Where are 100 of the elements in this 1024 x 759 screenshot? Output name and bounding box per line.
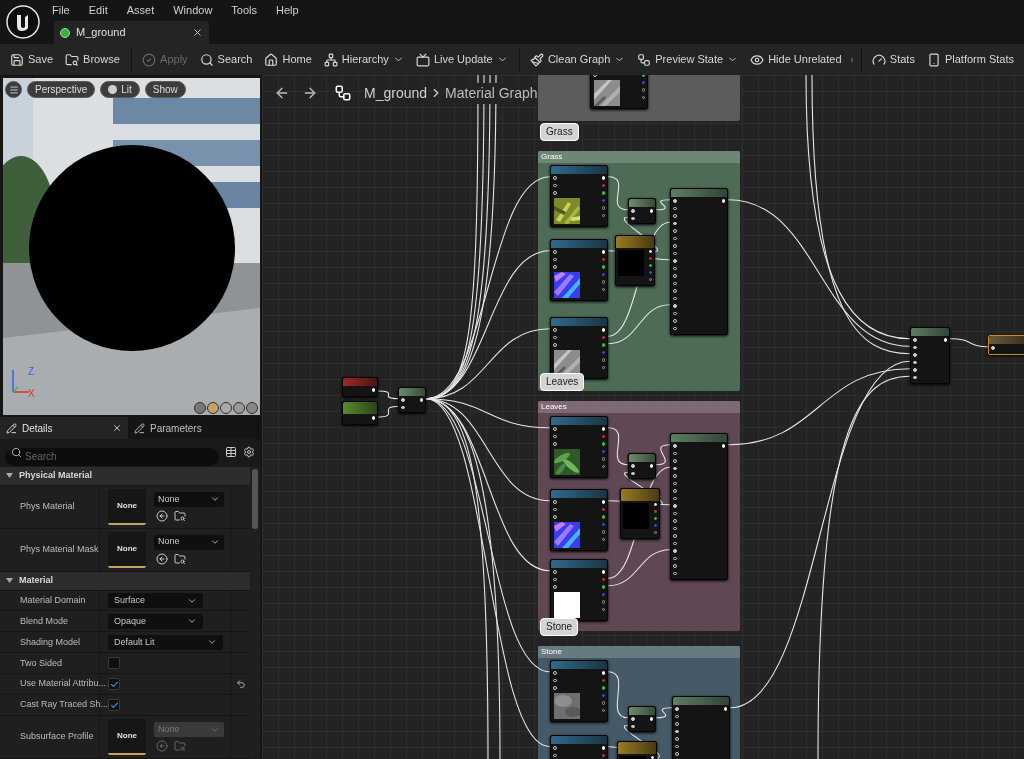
asset-dropdown[interactable]: None <box>154 534 224 550</box>
panel-tab[interactable]: Details <box>0 417 128 439</box>
pin-icon[interactable] <box>648 263 652 268</box>
node-header <box>911 328 949 336</box>
close-icon[interactable] <box>112 423 122 433</box>
property-label: Subsurface Profile <box>20 730 94 744</box>
check-circle-icon <box>142 52 157 67</box>
edit-icon <box>134 422 145 434</box>
menu-item[interactable]: Window <box>173 1 213 19</box>
asset-dropdown[interactable]: None <box>154 491 224 507</box>
menu-item[interactable]: Edit <box>88 1 108 19</box>
breadcrumb-item[interactable]: Material Graph <box>445 82 538 104</box>
parameter-node[interactable] <box>342 401 378 425</box>
breadcrumb-item[interactable]: M_ground <box>364 82 428 104</box>
node-header <box>551 240 607 248</box>
browse-icon[interactable] <box>174 509 186 522</box>
texture-node[interactable] <box>550 239 608 301</box>
node-header <box>551 166 607 174</box>
asset-thumbnail[interactable]: None <box>108 531 146 568</box>
checkbox[interactable] <box>108 678 120 691</box>
toolbar-button[interactable]: Home <box>258 47 318 72</box>
comment-bubble[interactable]: Stone <box>540 618 579 636</box>
toolbar-button[interactable]: Stats <box>865 47 921 72</box>
node-header <box>629 454 655 462</box>
node-header <box>551 736 607 744</box>
pin-icon[interactable] <box>601 191 605 195</box>
forward-icon[interactable] <box>302 85 318 101</box>
settings-icon[interactable] <box>243 446 255 458</box>
section-title: Physical Material <box>19 469 93 483</box>
use-selected-icon[interactable] <box>156 509 168 522</box>
dropdown[interactable]: Surface <box>108 593 203 608</box>
dropdown[interactable]: Default Lit <box>108 634 223 650</box>
node-header <box>551 318 607 326</box>
pin-icon[interactable] <box>601 343 605 347</box>
toolbar-button[interactable]: Hide Unrelated <box>744 47 848 72</box>
node-header <box>989 336 1024 344</box>
pin-icon[interactable] <box>601 515 605 519</box>
texcoord-node[interactable] <box>342 377 378 397</box>
texture-node[interactable] <box>550 317 608 379</box>
comment-bubble[interactable]: Grass <box>540 123 579 141</box>
toolbar-button[interactable]: Hierarchy <box>317 47 410 72</box>
node-header <box>551 490 607 498</box>
color-node[interactable] <box>620 488 660 539</box>
pin-icon[interactable] <box>653 516 657 521</box>
back-icon[interactable] <box>274 85 290 101</box>
browse-icon[interactable] <box>174 552 186 565</box>
section-header[interactable]: Physical Material <box>0 467 250 486</box>
pin-icon[interactable] <box>601 686 605 690</box>
tv-icon <box>415 52 430 67</box>
property-label: Blend Mode <box>20 614 69 628</box>
toolbar-button[interactable]: Clean Graph <box>523 47 632 72</box>
asset-thumbnail[interactable]: None <box>108 488 146 525</box>
close-icon[interactable] <box>192 27 203 38</box>
texture-node[interactable] <box>550 165 608 227</box>
texture-node[interactable] <box>550 489 608 551</box>
dropdown[interactable]: Opaque <box>108 613 203 629</box>
menu-item[interactable]: Asset <box>126 1 155 19</box>
toolbar-button[interactable]: Search <box>193 47 259 72</box>
toolbar-button[interactable]: Platform Stats <box>920 47 1020 72</box>
property-label: Use Material Attribu... <box>20 677 107 691</box>
node-header <box>629 707 655 715</box>
texture-node[interactable] <box>550 660 608 722</box>
home-icon <box>264 52 279 67</box>
axis-label: X <box>28 387 35 401</box>
property-label: Material Domain <box>20 593 86 607</box>
node-header <box>616 236 654 248</box>
menu-item[interactable]: File <box>52 1 70 19</box>
use-selected-icon[interactable] <box>156 552 168 565</box>
toolbar-button[interactable]: Browse <box>59 47 126 72</box>
menu-item[interactable]: Tools <box>231 1 258 19</box>
pin-icon[interactable] <box>601 585 605 589</box>
menu-item[interactable]: Help <box>276 1 299 19</box>
search-icon <box>199 52 214 67</box>
node-header <box>551 661 607 669</box>
texture-node[interactable] <box>550 416 608 478</box>
toolbar-button[interactable]: Save <box>4 47 60 72</box>
viewport-button[interactable]: Lit <box>100 81 140 98</box>
scrollbar-thumb[interactable] <box>252 469 258 529</box>
checkbox[interactable] <box>108 657 120 670</box>
output-node[interactable] <box>988 335 1024 355</box>
reset-icon[interactable] <box>235 679 246 690</box>
tab-title: M_ground <box>76 25 127 41</box>
node-header <box>551 560 607 568</box>
comment-bubble[interactable]: Leaves <box>540 373 585 391</box>
checkbox[interactable] <box>108 699 120 712</box>
brush-icon <box>529 52 544 67</box>
grid-icon[interactable] <box>225 446 237 458</box>
pin-icon[interactable] <box>601 265 605 269</box>
color-node[interactable] <box>615 235 655 286</box>
logo-icon[interactable] <box>6 5 40 39</box>
viewport-button[interactable]: Perspective <box>27 81 96 98</box>
node-header <box>629 199 655 207</box>
node-header <box>618 742 656 754</box>
document-tab[interactable]: M_ground <box>54 21 209 44</box>
property-label: Shading Model <box>20 635 81 649</box>
toolbar-button[interactable]: Live Update <box>409 47 514 72</box>
pin-icon[interactable] <box>601 442 605 446</box>
search-field[interactable]: Search <box>5 447 219 466</box>
toolbar-button[interactable]: Preview State <box>631 47 745 72</box>
texture-node[interactable] <box>550 559 608 621</box>
